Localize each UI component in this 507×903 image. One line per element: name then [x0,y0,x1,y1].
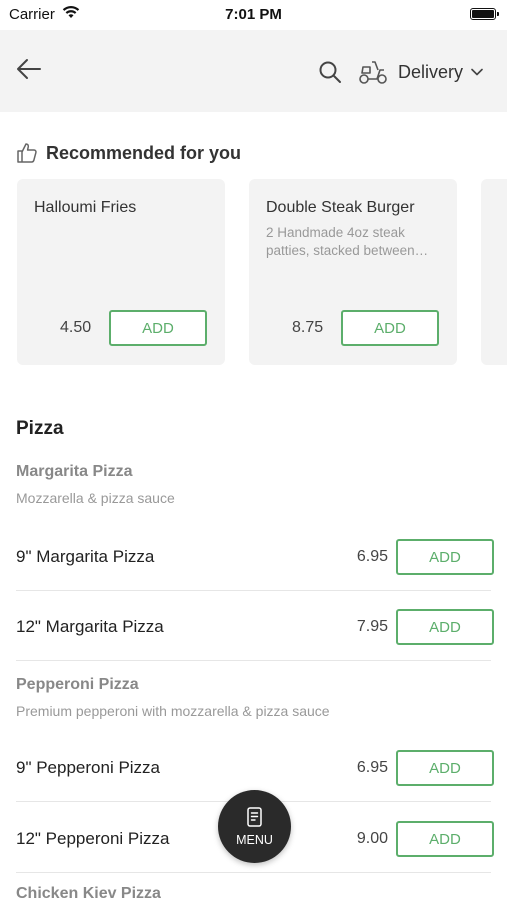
divider [16,872,491,873]
add-button[interactable]: ADD [396,750,494,786]
menu-item-price: 6.95 [356,759,388,776]
delivery-mode-label: Delivery [398,61,464,82]
recommended-title: Recommended for you [46,142,242,163]
product-group-description: Premium pepperoni with mozzarella & pizz… [16,703,330,719]
menu-button[interactable]: MENU [218,790,291,863]
menu-item-name: 9" Margarita Pizza [16,547,155,566]
status-bar: Carrier 7:01 PM [0,0,507,30]
section-title: Pizza [16,418,64,439]
status-time: 7:01 PM [225,6,282,23]
menu-item-price: 9.00 [356,830,388,847]
back-arrow-icon[interactable] [14,54,44,84]
add-button[interactable]: ADD [341,310,439,346]
add-button[interactable]: ADD [396,821,494,857]
search-icon[interactable] [318,60,342,84]
add-button[interactable]: ADD [109,310,207,346]
add-button[interactable]: ADD [396,539,494,575]
product-group-title: Pepperoni Pizza [16,676,139,693]
recommended-item-name: Halloumi Fries [34,199,137,216]
product-group-title: Margarita Pizza [16,463,133,480]
recommended-item-price: 8.75 [292,319,324,336]
menu-item-name: 12" Pepperoni Pizza [16,829,170,848]
recommended-card[interactable]: Double Steak Burger 2 Handmade 4oz steak… [249,179,457,365]
delivery-mode-selector[interactable]: Delivery [398,60,483,84]
top-app-bar: Delivery [0,30,507,112]
recommended-item-description: 2 Handmade 4oz steak patties, stacked be… [266,225,429,258]
recommended-header: Recommended for you [16,142,241,164]
recommended-card-peek[interactable] [481,179,507,365]
product-group-title: Chicken Kiev Pizza [16,885,161,902]
thumbs-up-icon [17,143,37,163]
divider [16,660,491,661]
battery-icon [470,8,499,20]
recommended-item-price: 4.50 [60,319,92,336]
chevron-down-icon [471,68,483,76]
menu-item-row[interactable]: 12" Margarita Pizza 7.95 ADD [16,592,494,662]
menu-item-price: 6.95 [356,548,388,565]
menu-item-row[interactable]: 9" Margarita Pizza 6.95 ADD [16,522,494,592]
menu-item-name: 9" Pepperoni Pizza [16,758,161,777]
scooter-icon [359,61,387,84]
product-group-description: Mozzarella & pizza sauce [16,490,175,506]
add-button[interactable]: ADD [396,609,494,645]
menu-item-price: 7.95 [356,618,388,635]
divider [16,590,491,591]
menu-item-name: 12" Margarita Pizza [16,617,164,636]
recommended-card[interactable]: Halloumi Fries 4.50 ADD [17,179,225,365]
menu-book-icon [247,807,262,827]
menu-button-label: MENU [236,833,273,847]
recommended-item-name: Double Steak Burger [266,199,415,216]
